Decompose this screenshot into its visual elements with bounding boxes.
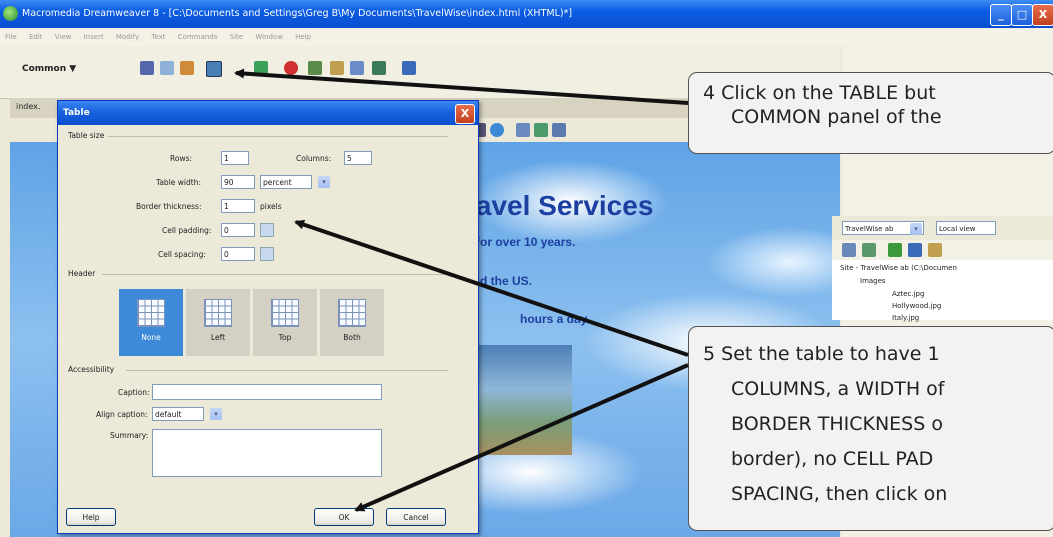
arrow-to-ok-button (354, 363, 689, 512)
arrow-to-table-button (234, 68, 689, 105)
arrow-to-cell-padding (294, 219, 689, 357)
annotation-arrows (234, 68, 689, 512)
